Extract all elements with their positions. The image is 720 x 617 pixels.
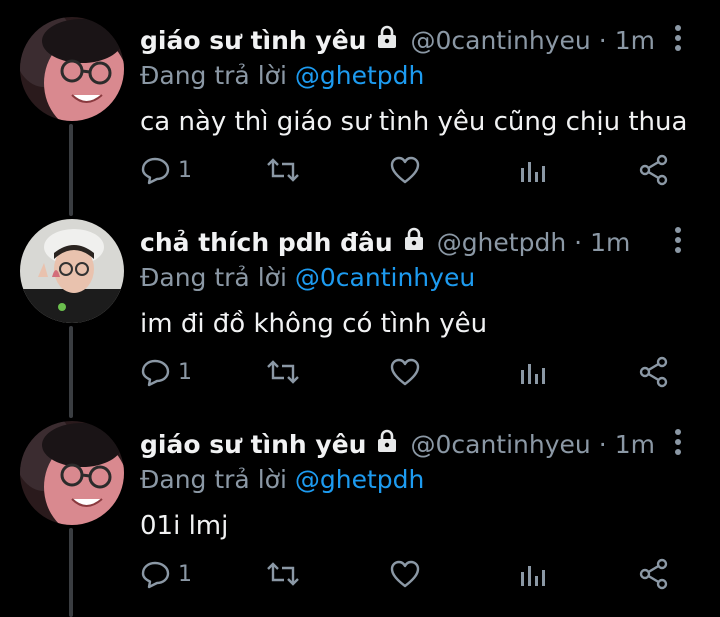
reply-count: 1 <box>178 359 192 385</box>
lock-icon <box>374 428 400 460</box>
retweet-button[interactable] <box>266 352 300 392</box>
retweet-icon <box>267 360 299 384</box>
share-icon <box>639 558 668 590</box>
retweet-icon <box>267 562 299 586</box>
like-button[interactable] <box>389 554 421 594</box>
reply-mention[interactable]: @0cantinhyeu <box>295 263 475 292</box>
reply-mention[interactable]: @ghetpdh <box>295 465 424 494</box>
handle[interactable]: @0cantinhyeu <box>410 430 590 459</box>
reply-prefix: Đang trả lời <box>140 262 287 292</box>
share-button[interactable] <box>638 554 670 594</box>
more-options-icon[interactable] <box>671 428 685 456</box>
more-options-icon[interactable] <box>671 24 685 52</box>
tweet[interactable]: chả thích pdh đâu @ghetpdh · 1m Đang trả… <box>0 202 720 404</box>
share-icon <box>639 154 668 186</box>
analytics-icon <box>521 162 545 182</box>
tweet-text: 01i lmj <box>140 511 229 541</box>
like-button[interactable] <box>389 352 421 392</box>
analytics-button[interactable] <box>518 554 548 594</box>
heart-icon <box>390 560 420 588</box>
analytics-icon <box>521 364 545 384</box>
reply-count: 1 <box>178 157 192 183</box>
tweet-thread: giáo sư tình yêu @0cantinhyeu · 1m Đang … <box>0 0 720 617</box>
reply-icon <box>141 359 170 387</box>
avatar[interactable] <box>20 17 124 121</box>
share-button[interactable] <box>638 352 670 392</box>
tweet-actions: 1 <box>140 150 680 190</box>
timestamp[interactable]: 1m <box>590 228 630 257</box>
display-name[interactable]: giáo sư tình yêu <box>140 26 366 55</box>
separator: · <box>598 429 607 459</box>
tweet[interactable]: giáo sư tình yêu @0cantinhyeu · 1m Đang … <box>0 0 720 202</box>
avatar[interactable] <box>20 219 124 323</box>
retweet-button[interactable] <box>266 554 300 594</box>
reply-icon <box>141 157 170 185</box>
reply-prefix: Đang trả lời <box>140 60 287 90</box>
display-name[interactable]: giáo sư tình yêu <box>140 430 366 459</box>
reply-prefix: Đang trả lời <box>140 464 287 494</box>
reply-context: Đang trả lời @0cantinhyeu <box>140 260 670 294</box>
heart-icon <box>390 358 420 386</box>
tweet-actions: 1 <box>140 352 680 392</box>
reply-button[interactable]: 1 <box>140 554 192 594</box>
analytics-icon <box>521 566 545 586</box>
lock-icon <box>374 24 400 56</box>
analytics-button[interactable] <box>518 352 548 392</box>
heart-icon <box>390 156 420 184</box>
timestamp[interactable]: 1m <box>615 430 655 459</box>
more-options-icon[interactable] <box>671 226 685 254</box>
separator: · <box>574 227 583 257</box>
tweet-header: giáo sư tình yêu @0cantinhyeu · 1m <box>140 22 670 58</box>
tweet-header: chả thích pdh đâu @ghetpdh · 1m <box>140 224 670 260</box>
lock-icon <box>401 226 427 258</box>
retweet-button[interactable] <box>266 150 300 190</box>
tweet-text: im đi đồ không có tình yêu <box>140 309 488 339</box>
reply-context: Đang trả lời @ghetpdh <box>140 58 670 92</box>
tweet-actions: 1 <box>140 554 680 594</box>
reply-button[interactable]: 1 <box>140 352 192 392</box>
tweet-text: ca này thì giáo sư tình yêu cũng chịu th… <box>140 107 688 137</box>
analytics-button[interactable] <box>518 150 548 190</box>
like-button[interactable] <box>389 150 421 190</box>
handle[interactable]: @0cantinhyeu <box>410 26 590 55</box>
reply-button[interactable]: 1 <box>140 150 192 190</box>
reply-context: Đang trả lời @ghetpdh <box>140 462 670 496</box>
timestamp[interactable]: 1m <box>615 26 655 55</box>
avatar[interactable] <box>20 421 124 525</box>
reply-mention[interactable]: @ghetpdh <box>295 61 424 90</box>
reply-count: 1 <box>178 561 192 587</box>
reply-icon <box>141 561 170 589</box>
handle[interactable]: @ghetpdh <box>437 228 566 257</box>
separator: · <box>598 25 607 55</box>
tweet-header: giáo sư tình yêu @0cantinhyeu · 1m <box>140 426 670 462</box>
share-icon <box>639 356 668 388</box>
share-button[interactable] <box>638 150 670 190</box>
retweet-icon <box>267 158 299 182</box>
tweet[interactable]: giáo sư tình yêu @0cantinhyeu · 1m Đang … <box>0 404 720 606</box>
display-name[interactable]: chả thích pdh đâu <box>140 228 393 257</box>
